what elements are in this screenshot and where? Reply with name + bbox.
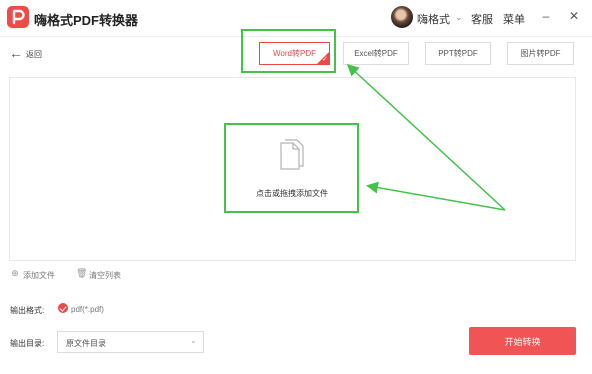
output-dir-label: 输出目录:: [10, 339, 45, 348]
add-file-button[interactable]: 添加文件: [23, 270, 55, 281]
annotation-arrows: [346, 63, 506, 211]
trash-icon[interactable]: 🗑: [76, 268, 87, 278]
pdf-format-radio[interactable]: [58, 303, 68, 313]
start-convert-button[interactable]: 开始转换: [469, 327, 576, 355]
clear-list-button[interactable]: 清空列表: [89, 270, 121, 281]
output-format-label: 输出格式:: [10, 306, 45, 315]
add-circle-icon[interactable]: ⊕: [10, 268, 20, 278]
annotation-arrow-to-tab: [346, 63, 506, 211]
annotation-arrow-to-dropzone: [366, 181, 506, 211]
chevron-down-icon[interactable]: ⌄: [190, 336, 197, 345]
output-dir-value: 原文件目录: [66, 339, 106, 348]
pdf-format-value: pdf(*.pdf): [71, 305, 104, 314]
start-convert-label: 开始转换: [504, 336, 541, 347]
